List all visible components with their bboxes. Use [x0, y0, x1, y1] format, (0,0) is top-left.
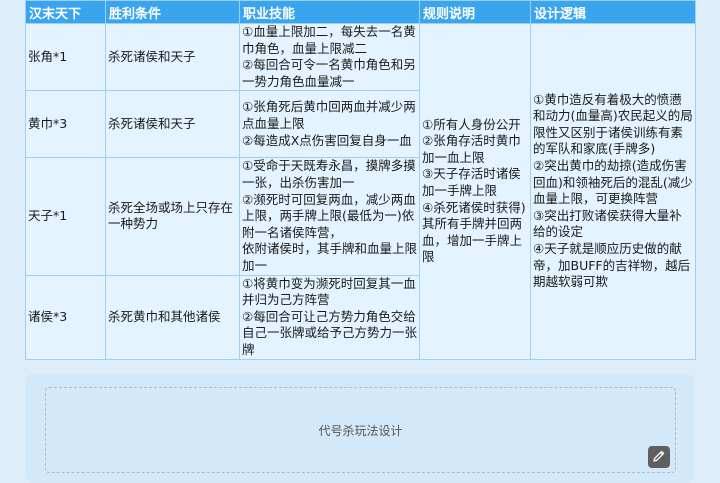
skill-cell: ①将黄巾变为濒死时回复其一血并归为己方阵营 ②每回合可让己方势力角色交给自己一张… — [239, 274, 420, 360]
win-condition-cell: 杀死诸侯和天子 — [105, 90, 240, 159]
design-card: 代号杀玩法设计 — [25, 374, 694, 483]
role-cell: 黄巾*3 — [25, 90, 106, 159]
header-skills: 职业技能 — [239, 0, 420, 24]
card-title-area[interactable]: 代号杀玩法设计 — [45, 387, 676, 473]
table-row: 张角*1 杀死诸侯和天子 ①血量上限加二，每失去一名黄巾角色，血量上限减二 ②每… — [25, 22, 696, 360]
header-design-logic: 设计逻辑 — [530, 0, 696, 24]
skill-cell: ①受命于天既寿永昌，摸牌多摸一张，出杀伤害加一 ②濒死时可回复两血，减少两血上限… — [239, 157, 420, 276]
card-title: 代号杀玩法设计 — [318, 423, 403, 438]
edit-button[interactable] — [648, 446, 670, 468]
skill-cell: ①张角死后黄巾回两血并减少两点血量上限 ②每造成X点伤害回复自身一血 — [239, 90, 420, 159]
header-faction: 汉末天下 — [25, 0, 106, 24]
role-cell: 诸侯*3 — [25, 274, 106, 360]
win-condition-cell: 杀死全场或场上只存在一种势力 — [105, 157, 240, 276]
header-rules: 规则说明 — [419, 0, 531, 24]
pencil-icon — [652, 448, 666, 467]
rules-table: 汉末天下 胜利条件 职业技能 规则说明 设计逻辑 张角*1 杀死诸侯和天子 ①血… — [25, 0, 696, 360]
rules-table-container: 汉末天下 胜利条件 职业技能 规则说明 设计逻辑 张角*1 杀死诸侯和天子 ①血… — [25, 0, 696, 360]
role-cell: 天子*1 — [25, 157, 106, 276]
skill-cell: ①血量上限加二，每失去一名黄巾角色，血量上限减二 ②每回合可令一名黄巾角色和另一… — [239, 22, 420, 92]
design-logic-cell: ①黄巾造反有着极大的愤懑和动力(血量高)农民起义的局限性又区别于诸侯训练有素的军… — [530, 23, 696, 360]
win-condition-cell: 杀死诸侯和天子 — [105, 22, 240, 92]
header-win-condition: 胜利条件 — [105, 0, 240, 24]
win-condition-cell: 杀死黄巾和其他诸侯 — [105, 274, 240, 360]
table-header-row: 汉末天下 胜利条件 职业技能 规则说明 设计逻辑 — [25, 0, 696, 24]
rules-cell: ①所有人身份公开 ②张角存活时黄巾加一血上限 ③天子存活时诸侯加一手牌上限 ④杀… — [419, 23, 531, 360]
role-cell: 张角*1 — [25, 22, 106, 92]
